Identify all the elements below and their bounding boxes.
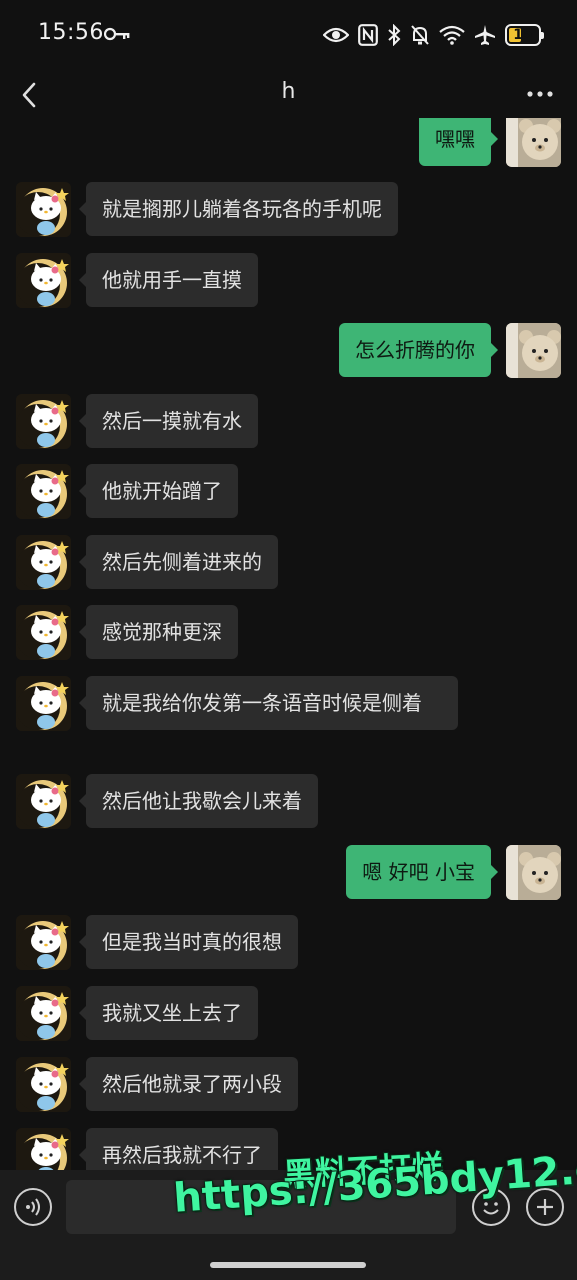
message-bubble-received[interactable]: 然后他让我歇会儿来着	[79, 774, 318, 828]
message-bubble-received[interactable]: 然后一摸就有水	[79, 394, 258, 448]
message-bubble-received[interactable]: 然后先侧着进来的	[79, 535, 278, 589]
eye-icon	[323, 27, 349, 43]
hello-kitty-avatar[interactable]	[16, 915, 71, 970]
message-bubble-received[interactable]: 就是搁那儿躺着各玩各的手机呢	[79, 182, 398, 236]
battery-level: 15	[513, 27, 533, 43]
message-input[interactable]	[66, 1180, 456, 1234]
hello-kitty-avatar[interactable]	[16, 986, 71, 1041]
status-icons: 15	[323, 22, 544, 48]
hello-kitty-avatar[interactable]	[16, 676, 71, 731]
battery-icon: 15	[505, 24, 544, 46]
status-bar: 15:56 15	[0, 0, 577, 70]
hello-kitty-avatar[interactable]	[16, 1128, 71, 1170]
hello-kitty-avatar[interactable]	[16, 182, 71, 237]
teddy-bear-avatar[interactable]	[506, 845, 561, 900]
message-bubble-received[interactable]: 就是我给你发第一条语音时候是侧着	[79, 676, 458, 730]
message-bubble-received[interactable]: 他就开始蹭了	[79, 464, 238, 518]
message-bubble-received[interactable]: 但是我当时真的很想	[79, 915, 298, 969]
input-bar	[0, 1170, 577, 1280]
bluetooth-icon	[388, 24, 401, 46]
hello-kitty-avatar[interactable]	[16, 1057, 71, 1112]
message-bubble-sent[interactable]: 嘿嘿	[419, 118, 498, 166]
emoji-button[interactable]	[472, 1188, 510, 1226]
status-time: 15:56	[38, 20, 104, 45]
more-options-button[interactable]	[525, 84, 555, 104]
voice-input-button[interactable]	[14, 1188, 52, 1226]
chat-header: h	[0, 70, 577, 120]
message-bubble-received[interactable]: 然后他就录了两小段	[79, 1057, 298, 1111]
hello-kitty-avatar[interactable]	[16, 253, 71, 308]
hello-kitty-avatar[interactable]	[16, 394, 71, 449]
voice-input-icon	[26, 1198, 40, 1216]
message-bubble-received[interactable]: 再然后我就不行了	[79, 1128, 278, 1170]
key-icon	[104, 27, 130, 41]
hello-kitty-avatar[interactable]	[16, 464, 71, 519]
message-bubble-sent[interactable]: 嗯 好吧 小宝	[346, 845, 498, 899]
message-bubble-sent[interactable]: 怎么折腾的你	[339, 323, 498, 377]
chat-message-list[interactable]: 嘿嘿 就是搁那儿躺着各玩各的手机呢 他就用手一直摸 怎么折腾的你 然后一摸就有水…	[0, 118, 577, 1170]
home-indicator[interactable]	[210, 1262, 366, 1268]
chat-title: h	[281, 79, 296, 104]
airplane-icon	[475, 25, 495, 45]
teddy-bear-avatar[interactable]	[506, 323, 561, 378]
nfc-icon	[358, 24, 378, 46]
hello-kitty-avatar[interactable]	[16, 774, 71, 829]
more-functions-button[interactable]	[526, 1188, 564, 1226]
message-bubble-received[interactable]: 他就用手一直摸	[79, 253, 258, 307]
hello-kitty-avatar[interactable]	[16, 605, 71, 660]
message-bubble-received[interactable]: 我就又坐上去了	[79, 986, 258, 1040]
wifi-icon	[439, 25, 465, 45]
emoji-icon	[483, 1202, 499, 1215]
plus-icon	[537, 1199, 553, 1215]
message-bubble-received[interactable]: 感觉那种更深	[79, 605, 238, 659]
mute-icon	[411, 25, 429, 45]
hello-kitty-avatar[interactable]	[16, 535, 71, 590]
teddy-bear-avatar[interactable]	[506, 118, 561, 167]
